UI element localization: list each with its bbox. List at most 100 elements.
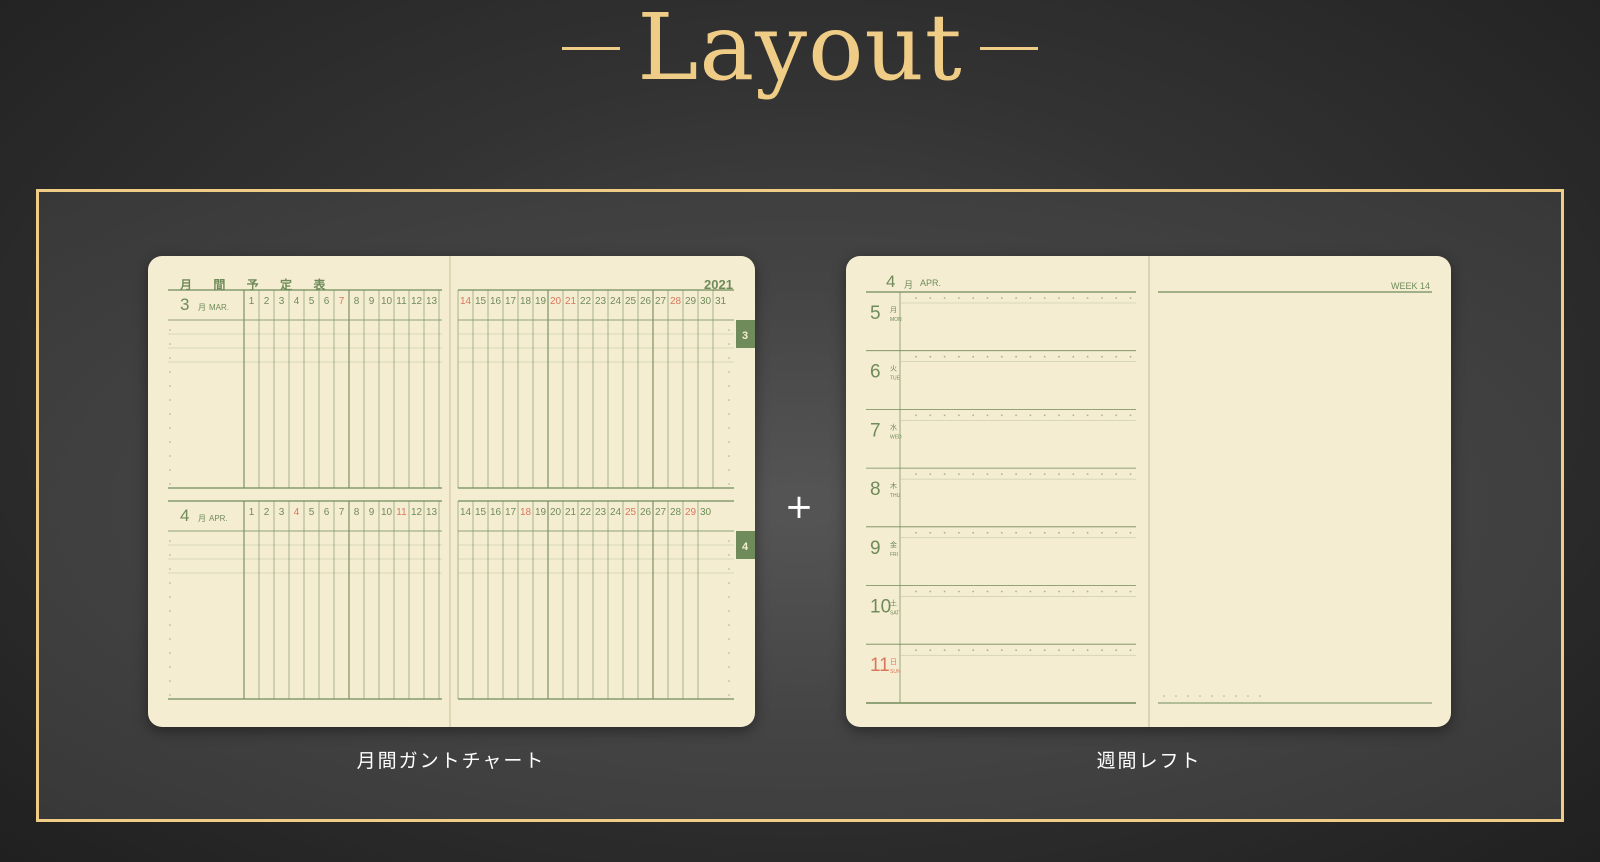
dot-guide [169,596,171,598]
weekly-left-caption: 週間レフト [1096,750,1202,772]
monthly-year: 2021 [704,277,733,292]
weekday-en: THU [890,493,901,499]
hour-mark [1072,414,1075,417]
hour-mark [1129,297,1132,299]
hour-mark [1029,297,1032,299]
day-number: 18 [520,507,532,518]
day-number: 21 [565,296,577,307]
weekday-en: WED [890,434,902,440]
hour-mark [943,297,946,299]
weekly-left-drawing: 5 月 MON 6 火 TUE 7 水 WED 8 木 THU 9 金 FRI 10土 SAT 11 日 SUN [866,256,1432,727]
hour-mark [1029,590,1032,593]
hour-mark [958,355,960,358]
dot-guide [728,371,730,373]
hour-mark [1072,473,1075,475]
title-right-dash [980,47,1038,50]
day-number: 21 [565,507,577,518]
dot-guide [169,483,171,485]
day-number: 9 [369,507,375,518]
hour-mark [1086,414,1089,417]
dot-guide [169,610,171,612]
day-number: 31 [715,296,727,307]
day-number: 20 [550,296,562,307]
dot-guide [728,540,730,542]
day-number: 4 [294,296,300,307]
dot-guide [728,610,730,612]
day-number: 3 [279,296,285,307]
hour-mark [1015,649,1017,652]
hour-mark [1029,355,1032,358]
hour-mark [1058,531,1060,534]
monthly-gantt-drawing: 3 月 MAR.1 2 3 4 5 6 7 8 9 10 11 12 13 14 15 16 17 18 19 20 21 2… [168,256,755,727]
dot-guide [169,680,171,682]
hour-mark [1072,649,1075,652]
hour-mark [1129,414,1132,417]
month-number: 4 [180,506,189,525]
hour-mark [943,355,946,358]
hour-mark [915,297,917,299]
dot-guide [169,666,171,668]
dot-guide [169,427,171,429]
weekday-jp: 水 [890,422,897,431]
dot-guide [728,441,730,443]
dot-guide [728,413,730,415]
dot-guide [728,554,730,556]
hour-mark [1015,297,1017,299]
hour-mark [1043,531,1046,534]
hour-mark [1086,590,1089,593]
weekday-en: SAT [890,611,899,617]
hour-mark [1058,355,1060,358]
page-title: Layout [637,0,963,101]
dot-guide [728,329,730,331]
hour-mark [1101,297,1103,299]
hour-mark [915,355,917,358]
hour-mark [1043,355,1046,358]
weekday-en: MON [890,317,902,323]
hour-mark [972,531,975,534]
hour-mark [943,590,946,593]
monthly-heading: 月 間 予 定 表 [180,278,335,292]
weekday-jp: 土 [890,599,897,608]
dot-guide [169,343,171,345]
hour-mark [972,355,975,358]
day-number: 8 [354,296,360,307]
hour-mark [1043,590,1046,593]
day-number: 26 [640,507,652,518]
hour-mark [1086,473,1089,475]
weekday-date: 6 [870,362,881,383]
hour-mark [1058,649,1060,652]
weekly-left-spread-image: 5 月 MON 6 火 TUE 7 水 WED 8 木 THU 9 金 FRI 10 土 SAT 11 日 SUN 4 … [846,256,1451,727]
dot-guide [169,399,171,401]
dot-guide [728,652,730,654]
hour-mark [1029,473,1032,475]
hour-mark [986,297,989,299]
monthly-gantt-caption: 月間ガントチャート [356,750,546,772]
month-jp-label: 月 [198,303,206,312]
hour-mark [1043,649,1046,652]
month-number: 3 [180,295,189,314]
hour-mark [929,531,932,534]
hour-mark [943,649,946,652]
dot-guide [169,624,171,626]
hour-mark [1086,649,1089,652]
hour-mark [1000,355,1003,358]
day-number: 29 [685,296,697,307]
dot-guide [728,624,730,626]
day-number: 30 [700,296,712,307]
hour-mark [1086,297,1089,299]
day-number: 4 [294,507,300,518]
hour-mark [929,414,932,417]
hour-mark [1072,531,1075,534]
hour-mark [1115,473,1118,475]
hour-mark [929,473,932,475]
dot-guide [169,371,171,373]
weekday-en: SUN [890,669,901,675]
day-number: 28 [670,507,682,518]
day-number: 5 [309,296,315,307]
dot-guide [1235,695,1237,697]
dot-guide [169,441,171,443]
day-number: 11 [396,296,407,307]
dot-guide [1259,695,1261,697]
month-index-tab-label: 4 [742,541,749,553]
hour-mark [1101,473,1103,475]
